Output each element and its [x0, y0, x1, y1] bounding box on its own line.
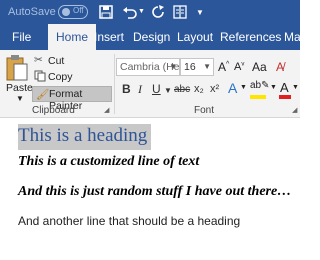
- clipboard-group-label: Clipboard: [32, 105, 75, 116]
- text-effects-icon[interactable]: A: [228, 80, 237, 96]
- format-painter-button[interactable]: 🖌 Format Painter: [32, 86, 112, 112]
- customized-line[interactable]: This is a customized line of text: [18, 154, 199, 170]
- tab-layout[interactable]: Layout: [177, 24, 213, 50]
- font-launcher-icon[interactable]: ◢: [292, 106, 297, 114]
- heading-line[interactable]: This is a heading: [18, 124, 152, 150]
- tab-design[interactable]: Design: [133, 24, 170, 50]
- font-dropdown-icon[interactable]: ▼: [169, 62, 177, 71]
- font-name-box[interactable]: Cambria (Hea ▼: [116, 58, 180, 76]
- save-icon[interactable]: [98, 4, 114, 20]
- size-dropdown-icon[interactable]: ▼: [203, 62, 211, 71]
- bold-button[interactable]: B: [122, 82, 131, 96]
- grow-font-icon[interactable]: A^: [218, 60, 229, 74]
- autosave-toggle[interactable]: Off: [58, 5, 88, 19]
- autosave-state: Off: [73, 6, 84, 15]
- text-effects-dropdown-icon[interactable]: ▼: [240, 84, 247, 91]
- highlight-icon[interactable]: ab✎: [250, 80, 270, 91]
- customize-toolbar-icon[interactable]: ▼: [196, 8, 212, 24]
- undo-icon[interactable]: [122, 4, 138, 20]
- toggle-knob: [62, 8, 70, 16]
- subscript-button[interactable]: x₂: [194, 83, 204, 95]
- paste-button[interactable]: Paste: [6, 82, 33, 94]
- tab-file[interactable]: File: [12, 24, 31, 50]
- font-group-label: Font: [194, 105, 215, 116]
- autosave-label: AutoSave: [8, 6, 56, 18]
- tab-insert[interactable]: Insert: [94, 24, 124, 50]
- undo-dropdown-icon[interactable]: ▼: [138, 8, 146, 24]
- copy-button[interactable]: Copy: [48, 71, 73, 83]
- tab-references[interactable]: References: [220, 24, 281, 50]
- group-divider: [114, 54, 115, 114]
- clear-formatting-icon[interactable]: A̸: [276, 60, 284, 74]
- tab-home[interactable]: Home: [48, 24, 97, 50]
- copy-icon[interactable]: [34, 70, 46, 85]
- ribbon-home: Paste ▼ ✂ Cut Copy 🖌 Format Painter Clip…: [0, 50, 300, 118]
- underline-dropdown-icon[interactable]: ▼: [164, 86, 172, 95]
- tab-mailings[interactable]: Maili: [284, 24, 309, 50]
- cut-button[interactable]: Cut: [48, 55, 64, 67]
- touch-mode-icon[interactable]: [172, 4, 188, 20]
- plain-line[interactable]: And another line that should be a headin…: [18, 214, 240, 228]
- font-size-box[interactable]: 16 ▼: [180, 58, 214, 76]
- font-size-value: 16: [184, 61, 196, 73]
- shrink-font-icon[interactable]: Av: [234, 61, 244, 73]
- font-color-bar: [279, 95, 291, 99]
- quick-access-toolbar: AutoSave Off ▼ ▼: [0, 0, 300, 24]
- font-color-dropdown-icon[interactable]: ▼: [292, 84, 299, 91]
- highlight-dropdown-icon[interactable]: ▼: [270, 84, 277, 91]
- superscript-button[interactable]: x²: [210, 83, 219, 95]
- random-line[interactable]: And this is just random stuff I have out…: [18, 184, 291, 200]
- clipboard-launcher-icon[interactable]: ◢: [104, 106, 109, 114]
- format-painter-icon: 🖌: [36, 89, 50, 101]
- change-case-icon[interactable]: Aa: [252, 60, 267, 74]
- strikethrough-button[interactable]: abc: [174, 84, 190, 95]
- underline-button[interactable]: U: [152, 82, 161, 96]
- italic-button[interactable]: I: [138, 82, 142, 97]
- paste-dropdown-icon[interactable]: ▼: [16, 94, 24, 103]
- font-color-icon[interactable]: A: [280, 80, 289, 95]
- redo-icon[interactable]: [150, 4, 166, 20]
- cut-icon[interactable]: ✂: [34, 54, 43, 66]
- document-area[interactable]: This is a heading This is a customized l…: [0, 118, 300, 260]
- highlight-color-bar: [250, 95, 266, 99]
- ribbon-tabs: File Home Insert Design Layout Reference…: [0, 24, 309, 50]
